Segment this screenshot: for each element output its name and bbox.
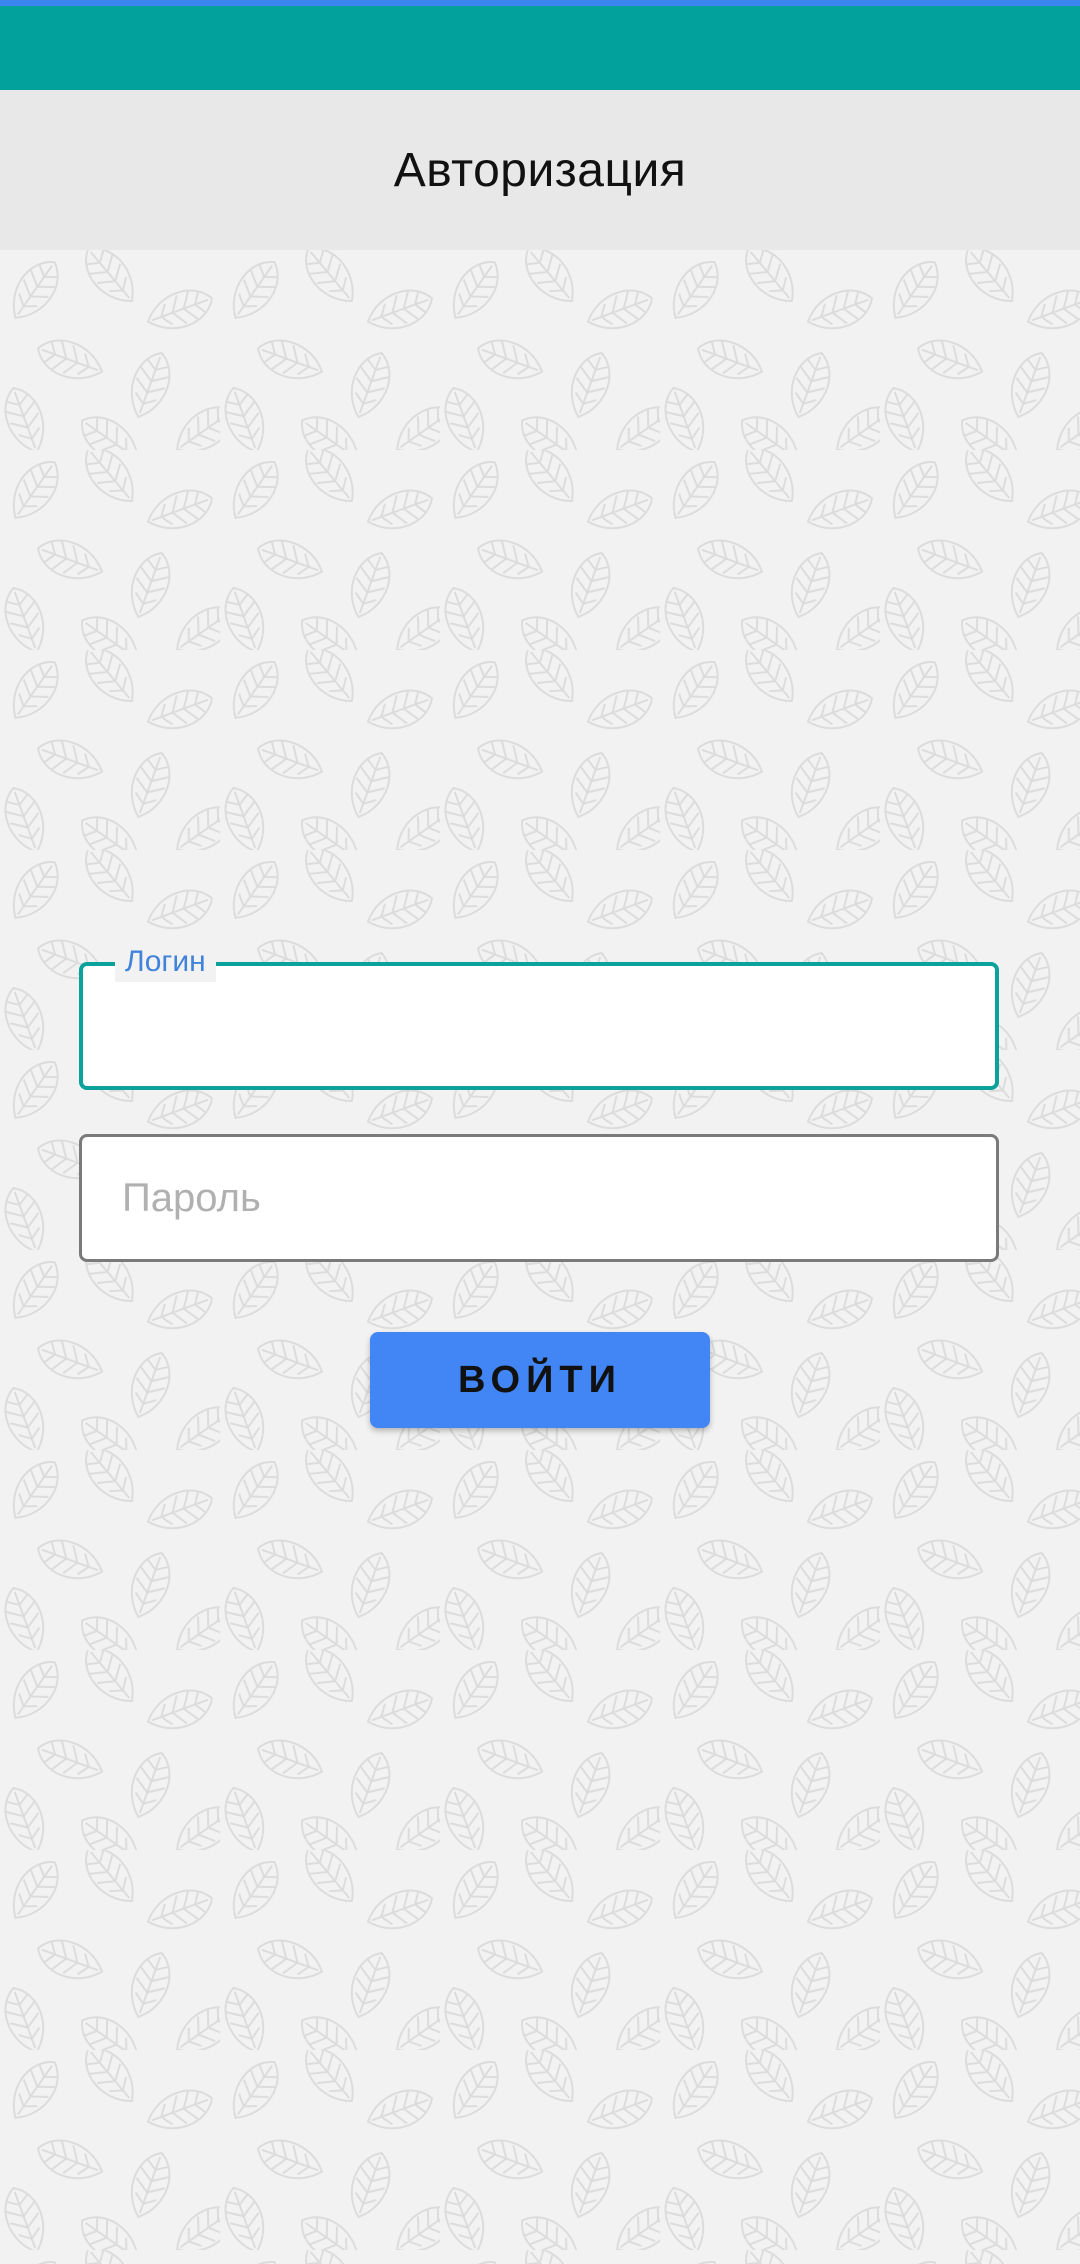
title-bar: Авторизация xyxy=(0,90,1080,250)
login-label: Логин xyxy=(115,942,216,982)
login-button[interactable]: ВОЙТИ xyxy=(370,1332,710,1428)
login-field[interactable]: Логин xyxy=(79,942,999,1090)
password-field[interactable] xyxy=(79,1134,999,1262)
status-bar xyxy=(0,0,1080,90)
page-title: Авторизация xyxy=(393,143,687,197)
password-input[interactable] xyxy=(82,1137,996,1259)
login-input[interactable] xyxy=(83,966,995,1086)
